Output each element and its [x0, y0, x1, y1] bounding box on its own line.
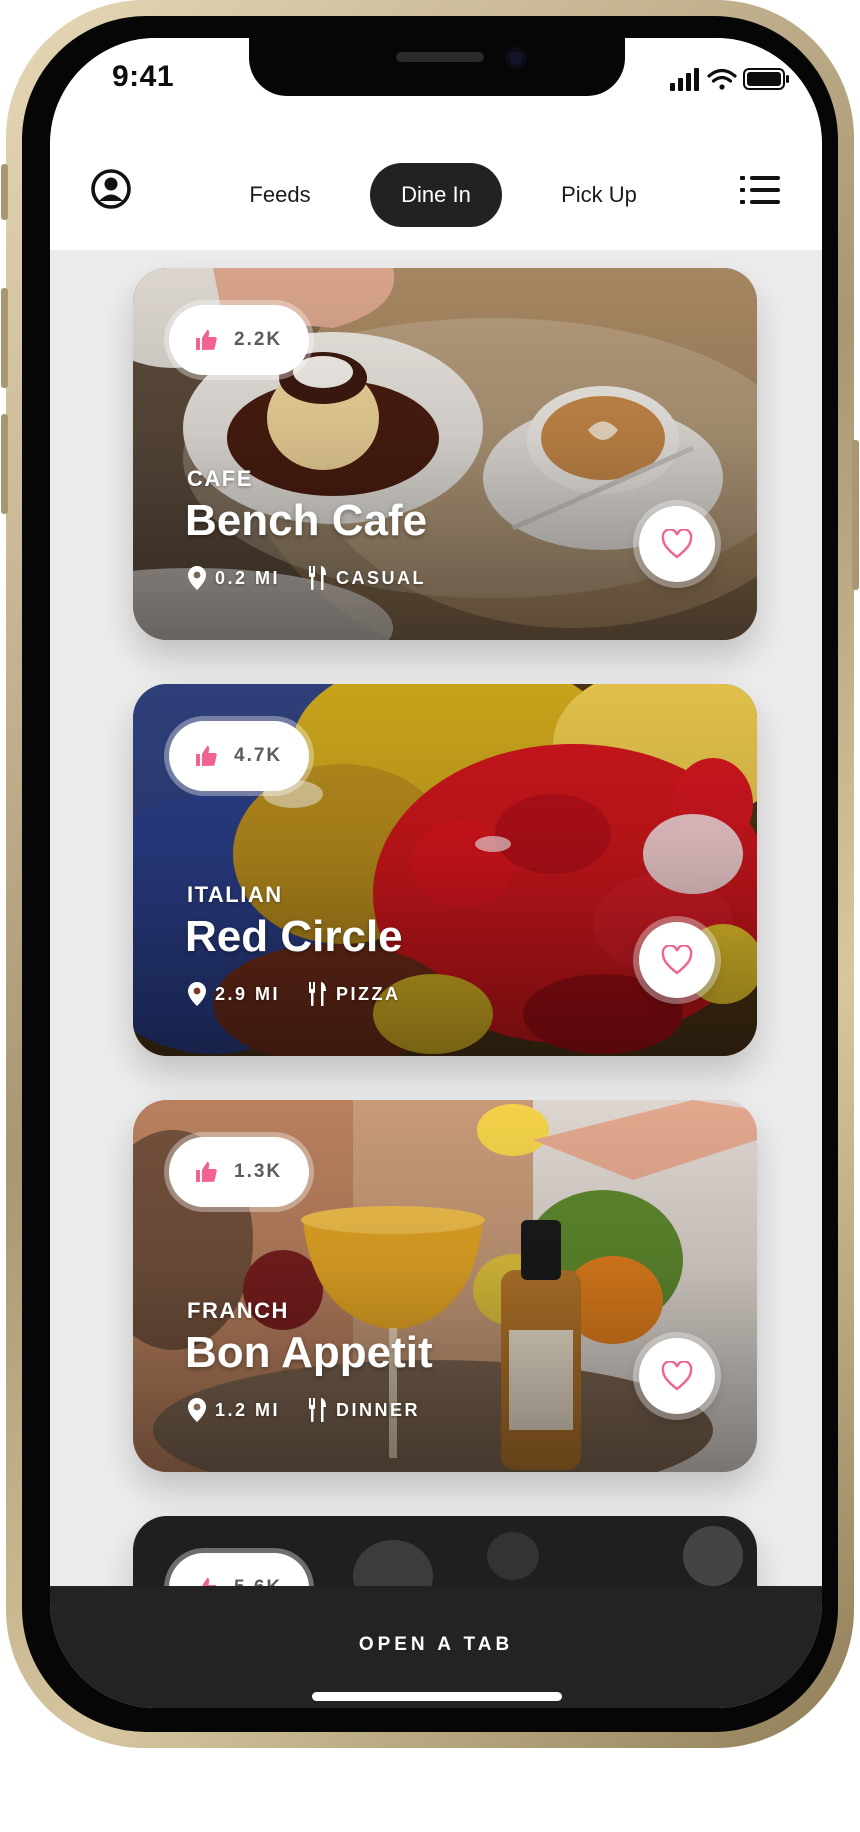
location-pin-icon	[188, 566, 206, 590]
user-circle-icon	[91, 169, 131, 209]
restaurant-meta: 0.2 MI CASUAL	[187, 564, 426, 592]
likes-count: 4.7K	[234, 745, 283, 766]
phone-frame: 9:41 Feeds Dine In Pick Up 2.2K CAFE Ben…	[1, 0, 859, 1748]
silent-switch	[1, 164, 8, 220]
status-icons	[670, 66, 800, 92]
restaurant-name: Red Circle	[185, 912, 403, 961]
cellular-signal-icon	[670, 68, 699, 91]
battery-icon	[743, 68, 789, 90]
cuisine-label: FRANCH	[187, 1298, 289, 1323]
top-nav: Feeds Dine In Pick Up	[50, 118, 822, 250]
status-time: 9:41	[112, 60, 175, 93]
wifi-icon	[707, 68, 737, 90]
likes-badge[interactable]: 2.2K	[169, 305, 309, 375]
tab-dine-in[interactable]: Dine In	[370, 163, 502, 227]
location-pin-icon	[188, 1398, 206, 1422]
distance-text: 1.2 MI	[215, 1399, 281, 1420]
distance-text: 2.9 MI	[215, 983, 281, 1004]
style-text: DINNER	[336, 1399, 421, 1420]
cuisine-label: ITALIAN	[187, 882, 283, 907]
power-button	[852, 440, 859, 590]
home-indicator[interactable]	[312, 1692, 562, 1701]
restaurant-meta: 1.2 MI DINNER	[187, 1396, 420, 1424]
favorite-button[interactable]	[639, 1338, 715, 1414]
restaurant-card[interactable]: 1.3K FRANCH Bon Appetit 1.2 MI DINNER	[133, 1100, 757, 1472]
bottom-action-bar: OPEN A TAB	[50, 1586, 822, 1708]
favorite-button[interactable]	[639, 506, 715, 582]
likes-count: 1.3K	[234, 1161, 283, 1182]
style-text: PIZZA	[336, 983, 401, 1004]
volume-up-button	[1, 288, 8, 388]
profile-button[interactable]	[90, 168, 132, 210]
favorite-button[interactable]	[639, 922, 715, 998]
likes-badge[interactable]: 1.3K	[169, 1137, 309, 1207]
thumbs-up-icon	[196, 1162, 217, 1182]
heart-icon	[661, 529, 693, 559]
restaurant-card[interactable]: 4.7K ITALIAN Red Circle 2.9 MI PIZZA	[133, 684, 757, 1056]
heart-icon	[661, 1361, 693, 1391]
tab-feeds[interactable]: Feeds	[220, 163, 340, 227]
likes-count: 2.2K	[234, 329, 283, 350]
style-text: CASUAL	[336, 567, 427, 588]
notch	[249, 38, 625, 96]
distance-text: 0.2 MI	[215, 567, 281, 588]
restaurant-card[interactable]: 2.2K CAFE Bench Cafe 0.2 MI CASUAL	[133, 268, 757, 640]
location-pin-icon	[188, 982, 206, 1006]
fork-knife-icon	[309, 566, 327, 590]
app-screen: 9:41 Feeds Dine In Pick Up 2.2K CAFE Ben…	[50, 38, 822, 1708]
front-camera	[505, 47, 527, 69]
thumbs-up-icon	[196, 746, 217, 766]
menu-button[interactable]	[740, 175, 780, 205]
likes-badge[interactable]: 4.7K	[169, 721, 309, 791]
list-menu-icon	[740, 176, 780, 204]
restaurant-name: Bench Cafe	[185, 496, 428, 545]
restaurant-name: Bon Appetit	[185, 1328, 433, 1377]
restaurant-feed[interactable]: 2.2K CAFE Bench Cafe 0.2 MI CASUAL 4.7K …	[50, 250, 822, 1630]
tab-pick-up[interactable]: Pick Up	[534, 163, 664, 227]
volume-down-button	[1, 414, 8, 514]
open-tab-button[interactable]: OPEN A TAB	[50, 1634, 822, 1656]
fork-knife-icon	[309, 982, 327, 1006]
fork-knife-icon	[309, 1398, 327, 1422]
cuisine-label: CAFE	[187, 466, 253, 491]
restaurant-meta: 2.9 MI PIZZA	[187, 980, 401, 1008]
heart-icon	[661, 945, 693, 975]
speaker	[396, 52, 484, 62]
thumbs-up-icon	[196, 330, 217, 350]
